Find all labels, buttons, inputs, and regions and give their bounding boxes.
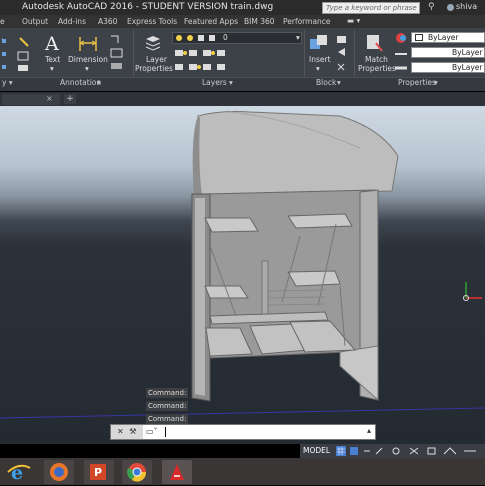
ribbon-tabs: e Output Add-ins A360 Express Tools Feat… xyxy=(0,15,485,28)
close-icon[interactable]: ✕ xyxy=(117,427,124,436)
current-layer-value: 0 xyxy=(223,33,228,42)
firefox-icon[interactable] xyxy=(44,460,74,484)
insert-button-label[interactable]: Insert xyxy=(309,55,331,64)
chevron-down-icon[interactable]: ▾ xyxy=(337,78,341,87)
color-swatch-icon xyxy=(415,34,423,41)
leader-table-icons[interactable] xyxy=(108,33,128,75)
annotation-panel-label[interactable]: Annotation xyxy=(60,78,101,87)
document-tabs: × + xyxy=(0,92,485,106)
user-name[interactable]: shiva xyxy=(456,2,477,11)
linetype-value: ByLayer xyxy=(452,48,483,57)
chrome-icon[interactable] xyxy=(122,460,152,484)
property-icons xyxy=(395,33,407,70)
tab-addins[interactable]: Add-ins xyxy=(58,17,86,26)
draw-tools-icon[interactable]: · xyxy=(0,32,40,74)
match-properties-icon[interactable] xyxy=(364,33,384,53)
title-bar: Autodesk AutoCAD 2016 - STUDENT VERSION … xyxy=(0,0,485,15)
document-tab[interactable]: × xyxy=(2,94,60,105)
block-tools-icons[interactable] xyxy=(335,34,351,74)
linetype-dropdown[interactable]: ByLayer xyxy=(411,47,485,58)
binoculars-icon[interactable]: ⚲ xyxy=(428,2,435,12)
drawing-viewport[interactable] xyxy=(0,106,485,444)
command-history-line: Command: xyxy=(146,414,189,424)
tab-partial[interactable]: e xyxy=(0,17,5,26)
svg-text:P: P xyxy=(94,466,102,479)
command-line[interactable]: ✕ ⚒ ▭˅ ▴ xyxy=(110,424,376,440)
dimension-icon[interactable] xyxy=(78,33,98,53)
match-properties-label-2[interactable]: Properties xyxy=(358,64,396,73)
ucs-icon xyxy=(463,282,482,301)
close-icon[interactable]: × xyxy=(46,94,53,103)
autocad-taskbar-icon[interactable] xyxy=(162,460,192,484)
chevron-down-icon[interactable]: ▾ xyxy=(85,64,89,73)
insert-block-icon[interactable] xyxy=(308,33,330,53)
dimension-button-label[interactable]: Dimension xyxy=(68,55,108,64)
layer-properties-label-2[interactable]: Properties xyxy=(135,64,173,73)
ribbon-toggle-icon[interactable]: ▬ ▾ xyxy=(347,16,360,25)
powerpoint-icon[interactable]: P xyxy=(84,460,114,484)
train-model-3d xyxy=(0,111,485,419)
chevron-down-icon[interactable]: ▾ xyxy=(50,64,54,73)
tab-bim360[interactable]: BIM 360 xyxy=(244,17,275,26)
tab-express-tools[interactable]: Express Tools xyxy=(127,17,177,26)
color-value: ByLayer xyxy=(428,33,459,42)
layer-tools-icons[interactable] xyxy=(173,48,303,74)
match-properties-label-1[interactable]: Match xyxy=(365,55,388,64)
layer-properties-icon[interactable] xyxy=(143,33,163,53)
internet-explorer-icon[interactable]: e xyxy=(4,460,34,484)
status-bar: MODEL xyxy=(300,444,485,458)
command-history-line: Command: xyxy=(146,401,189,411)
text-button-label[interactable]: Text xyxy=(45,55,60,64)
chevron-up-icon[interactable]: ▴ xyxy=(367,426,371,435)
properties-panel-label[interactable]: Properties xyxy=(398,78,436,87)
chevron-down-icon[interactable]: ▾ xyxy=(97,78,101,87)
lineweight-value: ByLayer xyxy=(452,63,483,72)
command-history-line: Command: xyxy=(146,388,189,398)
text-cursor xyxy=(165,427,166,437)
chevron-down-icon[interactable]: ▾ xyxy=(296,33,300,42)
text-icon[interactable]: A xyxy=(44,33,62,53)
search-input[interactable]: Type a keyword or phrase xyxy=(322,2,420,14)
tab-featured-apps[interactable]: Featured Apps xyxy=(184,17,238,26)
layers-panel-label[interactable]: Layers xyxy=(202,78,227,87)
lineweight-dropdown[interactable]: ByLayer xyxy=(411,62,485,73)
chevron-down-icon[interactable]: ▾ xyxy=(316,64,320,73)
svg-text:A: A xyxy=(44,33,59,53)
wrench-icon[interactable]: ⚒ xyxy=(129,427,136,436)
layer-state-icons xyxy=(176,35,215,41)
status-toggle-icons[interactable] xyxy=(336,446,485,456)
tab-a360[interactable]: A360 xyxy=(98,17,117,26)
command-tools: ✕ ⚒ xyxy=(111,425,143,439)
panel-partial-label[interactable]: y ▾ xyxy=(2,78,13,87)
model-space-label[interactable]: MODEL xyxy=(303,446,330,455)
layer-properties-label-1[interactable]: Layer xyxy=(146,55,167,64)
user-icon[interactable] xyxy=(447,4,454,11)
tab-performance[interactable]: Performance xyxy=(283,17,331,26)
tab-output[interactable]: Output xyxy=(22,17,48,26)
windows-taskbar: e P xyxy=(0,458,485,485)
block-panel-label[interactable]: Block xyxy=(316,78,336,87)
chevron-down-icon[interactable]: ▾ xyxy=(229,78,233,87)
command-prompt-icon[interactable]: ▭˅ xyxy=(146,427,158,436)
window-title: Autodesk AutoCAD 2016 - STUDENT VERSION … xyxy=(22,2,274,12)
new-tab-button[interactable]: + xyxy=(64,94,76,104)
chevron-down-icon[interactable]: ▾ xyxy=(434,78,438,87)
color-dropdown[interactable]: ByLayer xyxy=(411,32,485,43)
